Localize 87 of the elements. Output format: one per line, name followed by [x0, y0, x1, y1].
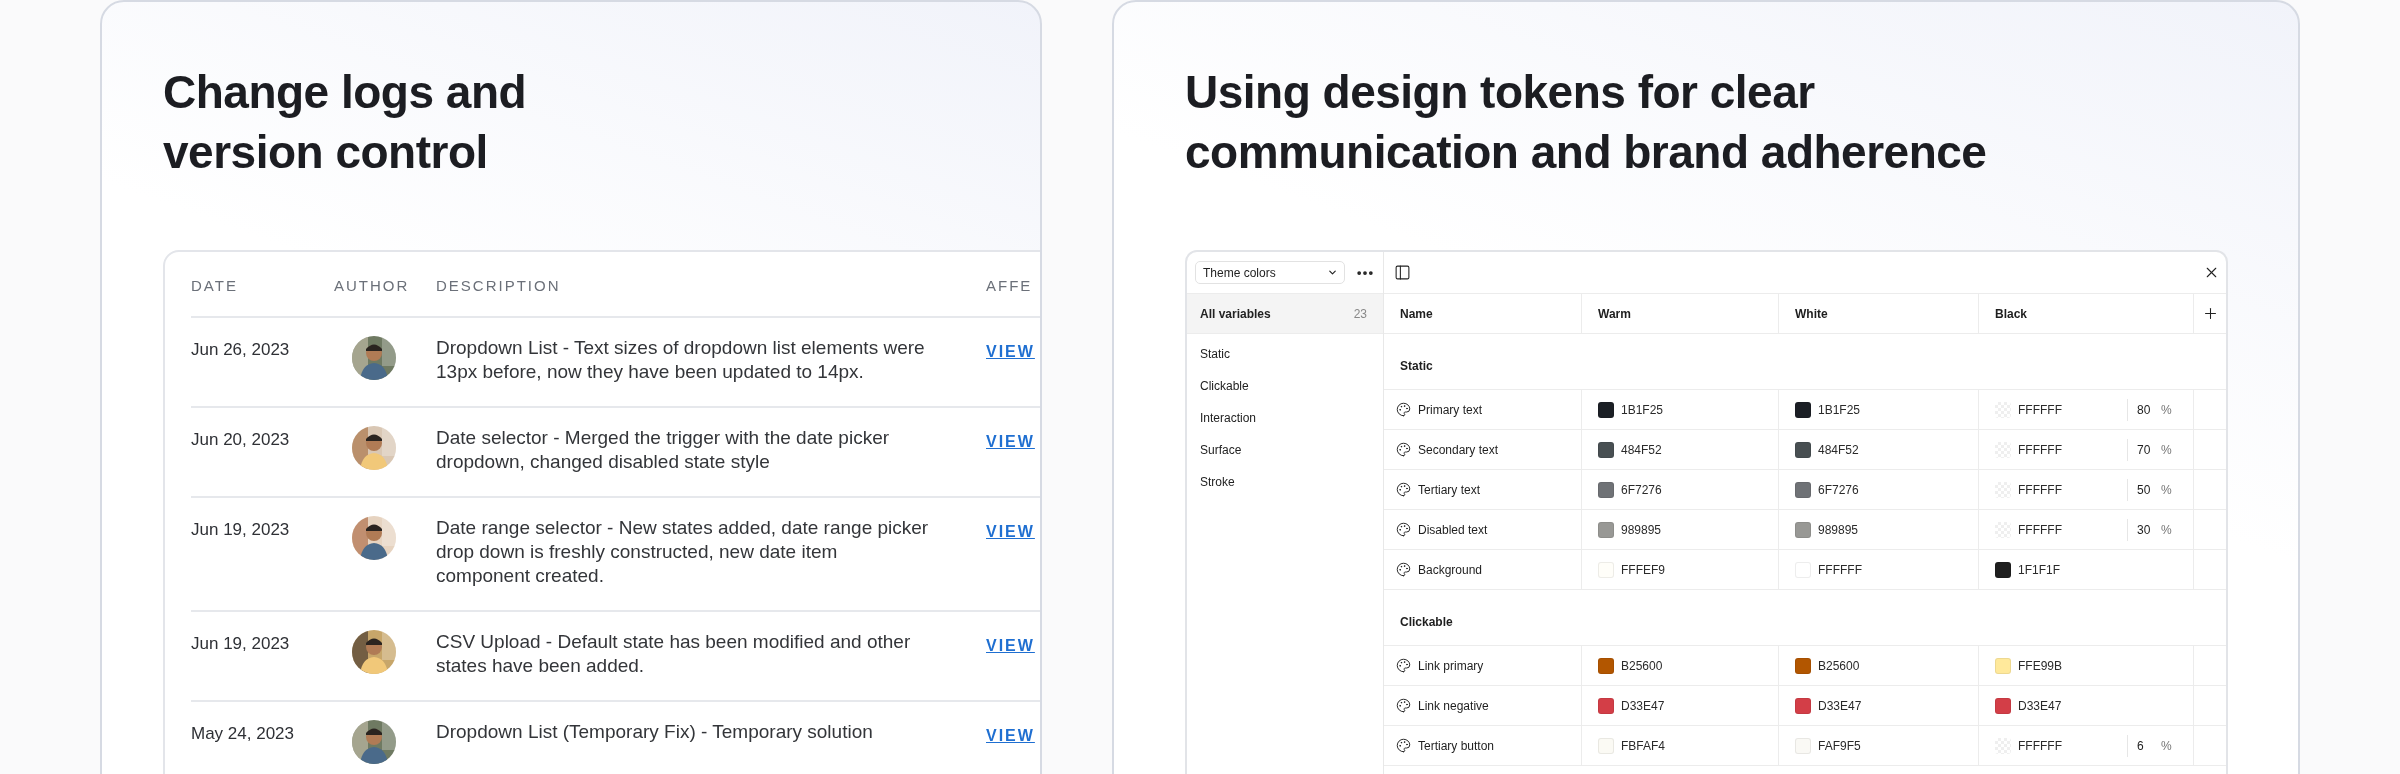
column-header: AFFE [986, 276, 1034, 296]
view-link[interactable]: VIEW [986, 426, 1040, 454]
view-link[interactable]: VIEW [986, 516, 1040, 544]
column-header: DATE [191, 276, 239, 296]
sidebar-item[interactable]: All variables 23 [1187, 294, 1383, 334]
hex-value: 1B1F25 [1621, 402, 1664, 417]
hex-value: 1F1F1F [2018, 562, 2060, 577]
palette-icon [1396, 522, 1411, 537]
variable-name: Primary text [1418, 402, 1482, 417]
hex-value: FFFEF9 [1621, 562, 1665, 577]
percent-unit: % [2161, 402, 2172, 417]
variable-name: Background [1418, 562, 1483, 577]
variable-name: Disabled text [1418, 522, 1488, 537]
column-header: Black [1995, 306, 2028, 321]
date-cell-text: Jun 20, 2023 [191, 429, 291, 451]
variable-name: Tertiary button [1418, 738, 1495, 753]
percent-unit: % [2161, 522, 2172, 537]
palette-icon [1396, 442, 1411, 457]
date-cell-text: Jun 26, 2023 [191, 339, 291, 361]
opacity-value: 80 [2137, 402, 2152, 417]
description-cell-text: Date range selector - New states added, date range picker drop down is freshly constructed, new date item component created. [436, 516, 930, 588]
column-header: DESCRIPTION [436, 276, 562, 296]
opacity-value: 6 [2137, 738, 2145, 753]
date-cell-text: May 24, 2023 [191, 723, 295, 745]
hex-value: B25600 [1818, 658, 1860, 673]
view-link[interactable]: VIEW [986, 336, 1040, 364]
percent-unit: % [2161, 442, 2172, 457]
column-header: Warm [1598, 306, 1631, 321]
view-link[interactable]: VIEW [986, 720, 1040, 748]
hex-value: FFE99B [2018, 658, 2062, 673]
sidebar-item[interactable]: Surface [1187, 434, 1383, 466]
hex-value: 484F52 [1818, 442, 1859, 457]
sidebar-item[interactable]: Clickable [1187, 370, 1383, 402]
sidebar-item[interactable]: Static [1187, 338, 1383, 370]
hex-value: 6F7276 [1621, 482, 1662, 497]
add-icon[interactable] [2202, 305, 2219, 322]
variable-name: Secondary text [1418, 442, 1499, 457]
hex-value: FFFFFF [2018, 522, 2062, 537]
view-link[interactable]: VIEW [986, 630, 1040, 658]
hex-value: 989895 [1818, 522, 1859, 537]
palette-icon [1396, 482, 1411, 497]
opacity-value: 50 [2137, 482, 2152, 497]
hex-value: FFFFFF [2018, 738, 2062, 753]
hex-value: 6F7276 [1818, 482, 1859, 497]
hex-value: D33E47 [1621, 698, 1665, 713]
sidebar-item[interactable]: Interaction [1187, 402, 1383, 434]
sidebar-item[interactable]: Stroke [1187, 466, 1383, 498]
section-title: Using design tokens for clear communication and brand adherence [1185, 65, 1987, 180]
hex-value: 484F52 [1621, 442, 1662, 457]
column-header: AUTHOR [334, 276, 411, 296]
hex-value: FFFFFF [1818, 562, 1862, 577]
opacity-value: 70 [2137, 442, 2152, 457]
column-header: White [1795, 306, 1828, 321]
palette-icon [1396, 562, 1411, 577]
hex-value: B25600 [1621, 658, 1663, 673]
description-cell-text: Dropdown List (Temporary Fix) - Temporary solution [436, 720, 874, 744]
hex-value: FFFFFF [2018, 442, 2062, 457]
percent-unit: % [2161, 482, 2172, 497]
opacity-value: 30 [2137, 522, 2152, 537]
palette-icon [1396, 402, 1411, 417]
date-cell-text: Jun 19, 2023 [191, 519, 291, 541]
percent-unit: % [2161, 738, 2172, 753]
description-cell-text: CSV Upload - Default state has been modified and other states have been added. [436, 630, 912, 678]
collection-dropdown[interactable]: Theme colors [1195, 261, 1345, 284]
hex-value: D33E47 [1818, 698, 1862, 713]
group-title: Clickable [1384, 590, 2226, 646]
hex-value: 1B1F25 [1818, 402, 1861, 417]
variable-name: Link negative [1418, 698, 1489, 713]
hex-value: FFFFFF [2018, 402, 2062, 417]
date-cell-text: Jun 19, 2023 [191, 633, 291, 655]
variable-name: Tertiary text [1418, 482, 1480, 497]
section-title: Change logs and version control [163, 65, 527, 180]
palette-icon [1396, 738, 1411, 753]
hex-value: FFFFFF [2018, 482, 2062, 497]
hex-value: 989895 [1621, 522, 1662, 537]
hex-value: D33E47 [2018, 698, 2062, 713]
group-title: Static [1384, 334, 2226, 390]
hex-value: FBFAF4 [1621, 738, 1665, 753]
palette-icon [1396, 658, 1411, 673]
description-cell-text: Dropdown List - Text sizes of dropdown list elements were 13px before, now they have been updated to 14px. [436, 336, 926, 384]
sidebar-toggle-icon[interactable] [1394, 264, 1411, 281]
hex-value: FAF9F5 [1818, 738, 1861, 753]
chevron-down-icon [1327, 267, 1338, 278]
column-header: Name [1400, 306, 1433, 321]
variable-name: Link primary [1418, 658, 1484, 673]
palette-icon [1396, 698, 1411, 713]
description-cell-text: Date selector - Merged the trigger with the date picker dropdown, changed disabled state style [436, 426, 891, 474]
